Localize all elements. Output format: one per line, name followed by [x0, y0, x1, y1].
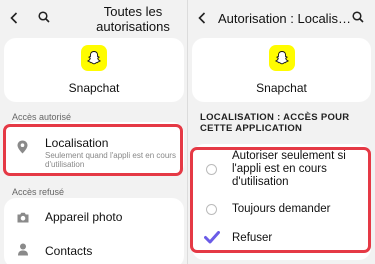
- denied-item-label: Contacts: [45, 244, 93, 258]
- page-title: Toutes les autorisations: [96, 4, 170, 34]
- app-card: Snapchat: [192, 38, 371, 102]
- location-access-header: LOCALISATION : ACCÈS POUR CETTE APPLICAT…: [200, 112, 350, 134]
- top-bar: Autorisation : Localis…: [188, 0, 375, 36]
- top-bar: Toutes les autorisations: [0, 0, 188, 36]
- app-name: Snapchat: [256, 81, 307, 95]
- app-card: Snapchat: [4, 38, 184, 102]
- denied-permissions-list: Appareil photo Contacts: [4, 198, 184, 264]
- denied-item-camera[interactable]: Appareil photo: [4, 198, 184, 232]
- denied-item-label: Appareil photo: [45, 210, 123, 224]
- location-highlight: [3, 124, 183, 176]
- denied-section-header: Accès refusé: [12, 187, 65, 197]
- back-arrow-icon[interactable]: [10, 12, 18, 24]
- allowed-section-header: Accès autorisé: [12, 112, 72, 122]
- all-permissions-screen: Toutes les autorisations Snapchat Accès …: [0, 0, 188, 264]
- back-arrow-icon[interactable]: [198, 12, 206, 24]
- camera-icon: [17, 210, 29, 228]
- options-highlight: [190, 147, 371, 253]
- snapchat-logo-icon: [81, 45, 107, 71]
- app-name: Snapchat: [68, 81, 120, 95]
- search-icon[interactable]: [38, 11, 50, 23]
- contacts-icon: [18, 243, 28, 261]
- snapchat-logo-icon: [268, 45, 295, 71]
- page-title: Autorisation : Localis…: [218, 11, 351, 26]
- search-icon[interactable]: [352, 11, 364, 23]
- denied-item-contacts[interactable]: Contacts: [4, 232, 184, 264]
- location-permission-screen: Autorisation : Localis… Snapchat LOCALIS…: [188, 0, 375, 264]
